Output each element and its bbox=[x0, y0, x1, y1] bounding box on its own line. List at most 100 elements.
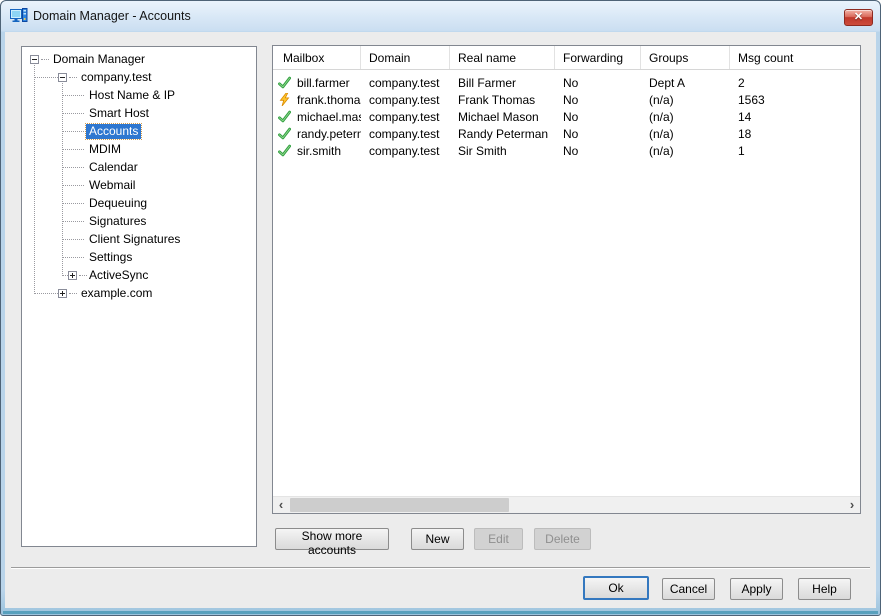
tree-item-example.com[interactable]: example.com bbox=[22, 285, 256, 303]
account-row-randy.peterman[interactable]: randy.petermancompany.testRandy Peterman… bbox=[273, 125, 860, 142]
delete-button[interactable]: Delete bbox=[534, 528, 591, 550]
cell-msg_count: 18 bbox=[730, 127, 860, 141]
account-row-sir.smith[interactable]: sir.smithcompany.testSir SmithNo(n/a)1 bbox=[273, 142, 860, 159]
column-header-domain[interactable]: Domain bbox=[361, 46, 450, 69]
cell-mailbox: frank.thomas bbox=[273, 93, 361, 107]
column-header-mailbox[interactable]: Mailbox bbox=[273, 46, 361, 69]
accounts-table-header: MailboxDomainReal nameForwardingGroupsMs… bbox=[273, 46, 860, 70]
tree-item-label: Settings bbox=[86, 250, 135, 265]
scrollbar-thumb[interactable] bbox=[290, 498, 509, 512]
column-header-msg-count[interactable]: Msg count bbox=[730, 46, 860, 69]
tree-connector bbox=[62, 203, 84, 204]
tree-item-label: MDIM bbox=[86, 142, 124, 157]
cell-mailbox: sir.smith bbox=[273, 144, 361, 158]
dialog-window: Domain Manager - Accounts ✕ Domain Manag… bbox=[0, 0, 881, 616]
tree-collapse-icon[interactable] bbox=[30, 55, 39, 64]
tree-connector bbox=[62, 131, 84, 132]
tree-item-label: example.com bbox=[78, 286, 155, 301]
tree-connector bbox=[69, 77, 77, 78]
tree-item-mdim[interactable]: MDIM bbox=[22, 141, 256, 159]
tree-item-label: Signatures bbox=[86, 214, 149, 229]
account-row-michael.mason[interactable]: michael.masoncompany.testMichael MasonNo… bbox=[273, 108, 860, 125]
tree-item-domain-manager[interactable]: Domain Manager bbox=[22, 51, 256, 69]
cell-groups: Dept A bbox=[641, 76, 730, 90]
column-header-forwarding[interactable]: Forwarding bbox=[555, 46, 641, 69]
tree-item-calendar[interactable]: Calendar bbox=[22, 159, 256, 177]
cell-groups: (n/a) bbox=[641, 93, 730, 107]
column-header-groups[interactable]: Groups bbox=[641, 46, 730, 69]
cell-msg_count: 1563 bbox=[730, 93, 860, 107]
tree-item-accounts[interactable]: Accounts bbox=[22, 123, 256, 141]
close-button[interactable]: ✕ bbox=[844, 9, 873, 26]
cell-msg_count: 14 bbox=[730, 110, 860, 124]
cell-domain: company.test bbox=[361, 110, 450, 124]
tree-expand-icon[interactable] bbox=[58, 289, 67, 298]
cell-msg_count: 2 bbox=[730, 76, 860, 90]
cell-real_name: Frank Thomas bbox=[450, 93, 555, 107]
account-row-bill.farmer[interactable]: bill.farmercompany.testBill FarmerNoDept… bbox=[273, 74, 860, 91]
tree-item-activesync[interactable]: ActiveSync bbox=[22, 267, 256, 285]
titlebar[interactable]: Domain Manager - Accounts ✕ bbox=[1, 1, 880, 32]
horizontal-scrollbar[interactable]: ‹ › bbox=[273, 496, 860, 513]
cell-mailbox: randy.peterman bbox=[273, 127, 361, 141]
tree-item-label: Webmail bbox=[86, 178, 138, 193]
tree-item-label: Client Signatures bbox=[86, 232, 183, 247]
domain-tree-panel: Domain Managercompany.test Host Name & IP… bbox=[21, 46, 257, 547]
cell-domain: company.test bbox=[361, 93, 450, 107]
ok-button[interactable]: Ok bbox=[583, 576, 649, 600]
window-title: Domain Manager - Accounts bbox=[33, 1, 191, 31]
cell-forwarding: No bbox=[555, 76, 641, 90]
tree-connector bbox=[62, 95, 84, 96]
tree-expand-icon[interactable] bbox=[68, 271, 77, 280]
tree-item-company.test[interactable]: company.test bbox=[22, 69, 256, 87]
help-button[interactable]: Help bbox=[798, 578, 851, 600]
dialog-body: Domain Managercompany.testHost Name & IP… bbox=[5, 32, 876, 608]
new-button[interactable]: New bbox=[411, 528, 464, 550]
cell-mailbox: michael.mason bbox=[273, 110, 361, 124]
app-icon[interactable] bbox=[10, 8, 28, 24]
apply-button[interactable]: Apply bbox=[730, 578, 783, 600]
cell-domain: company.test bbox=[361, 127, 450, 141]
cell-forwarding: No bbox=[555, 144, 641, 158]
tree-item-smart-host[interactable]: Smart Host bbox=[22, 105, 256, 123]
scroll-right-arrow[interactable]: › bbox=[844, 497, 860, 513]
tree-item-label: company.test bbox=[78, 70, 154, 85]
tree-item-webmail[interactable]: Webmail bbox=[22, 177, 256, 195]
tree-item-label: Smart Host bbox=[86, 106, 152, 121]
tree-connector bbox=[62, 221, 84, 222]
cell-real_name: Bill Farmer bbox=[450, 76, 555, 90]
cell-msg_count: 1 bbox=[730, 144, 860, 158]
tree-item-host-name-ip[interactable]: Host Name & IP bbox=[22, 87, 256, 105]
tree-item-label: Dequeuing bbox=[86, 196, 150, 211]
tree-connector bbox=[34, 77, 58, 78]
tree-connector bbox=[62, 113, 84, 114]
accounts-table-body: bill.farmercompany.testBill FarmerNoDept… bbox=[273, 70, 860, 159]
cell-real_name: Randy Peterman bbox=[450, 127, 555, 141]
accounts-list-panel: MailboxDomainReal nameForwardingGroupsMs… bbox=[272, 45, 861, 514]
tree-item-settings[interactable]: Settings bbox=[22, 249, 256, 267]
mailbox-name: sir.smith bbox=[297, 144, 341, 158]
cell-real_name: Michael Mason bbox=[450, 110, 555, 124]
tree-item-signatures[interactable]: Signatures bbox=[22, 213, 256, 231]
tree-item-label: Calendar bbox=[86, 160, 141, 175]
show-more-accounts-button[interactable]: Show more accounts bbox=[275, 528, 389, 550]
column-header-real-name[interactable]: Real name bbox=[450, 46, 555, 69]
tree-connector bbox=[69, 293, 77, 294]
account-row-frank.thomas[interactable]: frank.thomascompany.testFrank ThomasNo(n… bbox=[273, 91, 860, 108]
tree-item-label: Accounts bbox=[86, 124, 141, 139]
cell-forwarding: No bbox=[555, 127, 641, 141]
tree-connector bbox=[62, 257, 84, 258]
tree-item-dequeuing[interactable]: Dequeuing bbox=[22, 195, 256, 213]
cell-groups: (n/a) bbox=[641, 110, 730, 124]
cell-real_name: Sir Smith bbox=[450, 144, 555, 158]
cell-domain: company.test bbox=[361, 76, 450, 90]
tree-collapse-icon[interactable] bbox=[58, 73, 67, 82]
check-icon bbox=[278, 127, 291, 140]
scroll-left-arrow[interactable]: ‹ bbox=[273, 497, 289, 513]
mailbox-name: michael.mason bbox=[297, 110, 361, 124]
tree-item-label: Host Name & IP bbox=[86, 88, 178, 103]
tree-item-client-signatures[interactable]: Client Signatures bbox=[22, 231, 256, 249]
cancel-button[interactable]: Cancel bbox=[662, 578, 715, 600]
edit-button[interactable]: Edit bbox=[474, 528, 523, 550]
cell-groups: (n/a) bbox=[641, 144, 730, 158]
